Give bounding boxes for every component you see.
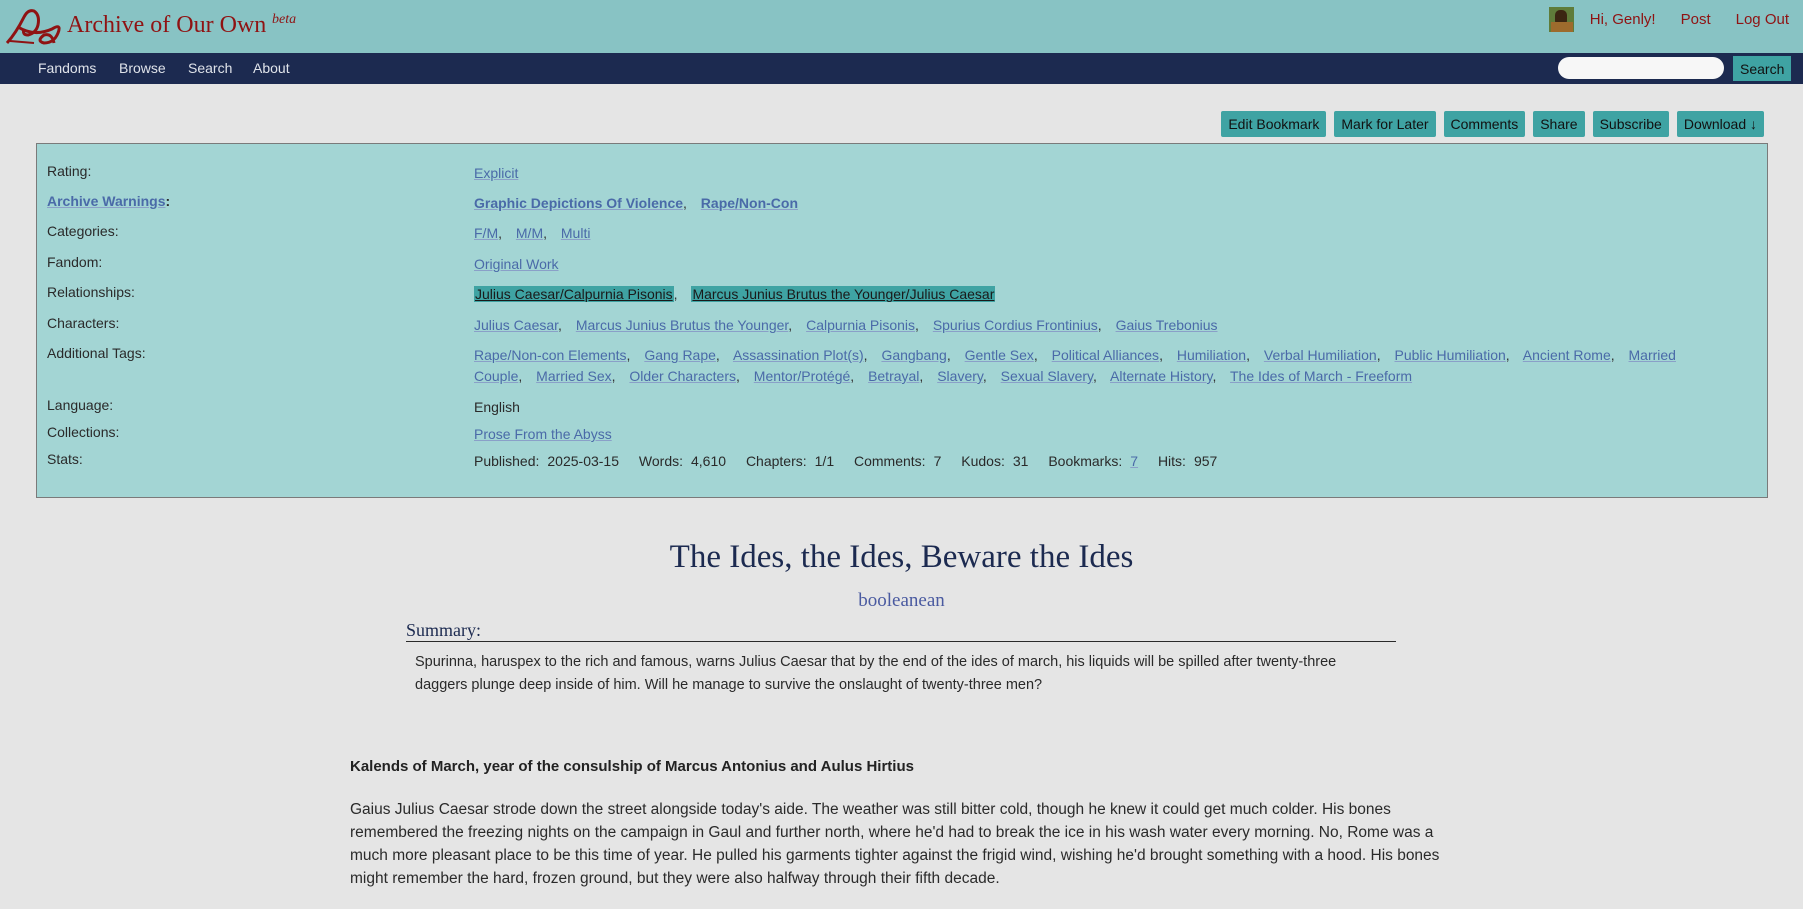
character-tag[interactable]: Julius Caesar [474, 317, 558, 333]
warning-tag[interactable]: Graphic Depictions Of Violence [474, 195, 683, 211]
mark-for-later-button[interactable]: Mark for Later [1334, 111, 1436, 137]
work-meta: Rating: Explicit Archive Warnings: Graph… [36, 143, 1768, 498]
chapters-value: 1/1 [814, 453, 835, 469]
additional-tag[interactable]: The Ides of March - Freeform [1230, 368, 1412, 384]
fandom-label: Fandom: [47, 254, 103, 270]
nav-fandoms[interactable]: Fandoms [38, 60, 96, 76]
edit-bookmark-button[interactable]: Edit Bookmark [1221, 111, 1327, 137]
character-tag[interactable]: Spurius Cordius Frontinius [933, 317, 1098, 333]
bookmarks-label: Bookmarks: [1048, 453, 1123, 469]
additional-tag[interactable]: Verbal Humiliation [1264, 347, 1377, 363]
words-label: Words: [638, 453, 683, 469]
stats-label: Stats: [47, 451, 83, 467]
comments-button[interactable]: Comments [1443, 111, 1526, 137]
summary-heading: Summary: [406, 620, 1396, 642]
subscribe-button[interactable]: Subscribe [1592, 111, 1669, 137]
hits-label: Hits: [1157, 453, 1186, 469]
language-value: English [474, 399, 520, 415]
fandom-tag[interactable]: Original Work [474, 256, 559, 272]
published-value: 2025-03-15 [547, 453, 620, 469]
stats-values: Published: 2025-03-15 Words: 4,610 Chapter… [474, 451, 1714, 472]
nav-browse[interactable]: Browse [119, 60, 166, 76]
user-area: Hi, Genly! Post Log Out [1548, 7, 1789, 32]
chapter-heading: Kalends of March, year of the consulship… [350, 758, 914, 775]
rating-label: Rating: [47, 163, 92, 179]
rating-tag[interactable]: Explicit [474, 165, 518, 181]
categories-label: Categories: [47, 223, 119, 239]
additional-tag[interactable]: Ancient Rome [1523, 347, 1611, 363]
ao3-logo-icon[interactable] [4, 3, 66, 49]
category-tag[interactable]: Multi [561, 225, 591, 241]
additional-tag[interactable]: Alternate History [1110, 368, 1212, 384]
author-link[interactable]: booleanean [858, 590, 945, 611]
warning-tag[interactable]: Rape/Non-Con [701, 195, 798, 211]
character-tag[interactable]: Calpurnia Pisonis [806, 317, 915, 333]
character-tag[interactable]: Marcus Junius Brutus the Younger [576, 317, 788, 333]
hits-value: 957 [1193, 453, 1218, 469]
category-tag[interactable]: F/M [474, 225, 498, 241]
search-button[interactable]: Search [1733, 56, 1792, 81]
warnings-colon: : [165, 193, 171, 209]
additional-tag[interactable]: Older Characters [629, 368, 736, 384]
archive-warnings-link[interactable]: Archive Warnings [47, 193, 166, 209]
additional-tag[interactable]: Gang Rape [644, 347, 716, 363]
additional-tag[interactable]: Public Humiliation [1395, 347, 1506, 363]
additional-tag[interactable]: Political Alliances [1052, 347, 1159, 363]
search-input[interactable] [1558, 57, 1724, 79]
additional-tag[interactable]: Gentle Sex [965, 347, 1034, 363]
primary-nav: Fandoms Browse Search About Search [0, 53, 1803, 84]
additional-tag[interactable]: Assassination Plot(s) [733, 347, 864, 363]
share-button[interactable]: Share [1533, 111, 1585, 137]
kudos-value: 31 [1012, 453, 1029, 469]
words-value: 4,610 [691, 453, 727, 469]
logout-link[interactable]: Log Out [1736, 11, 1789, 28]
bookmarks-link[interactable]: 7 [1130, 453, 1138, 469]
additional-tag[interactable]: Rape/Non-con Elements [474, 347, 627, 363]
additional-tag[interactable]: Sexual Slavery [1001, 368, 1093, 384]
character-tag[interactable]: Gaius Trebonius [1116, 317, 1218, 333]
nav-about[interactable]: About [253, 60, 290, 76]
site-header: Archive of Our Own beta Hi, Genly! Post … [0, 0, 1803, 53]
additional-tag[interactable]: Betrayal [868, 368, 919, 384]
language-label: Language: [47, 397, 114, 413]
additional-tags-label: Additional Tags: [47, 345, 146, 361]
user-avatar[interactable] [1548, 7, 1574, 32]
comments-value: 7 [933, 453, 942, 469]
user-greeting-link[interactable]: Hi, Genly! [1590, 11, 1656, 28]
characters-label: Characters: [47, 315, 120, 331]
additional-tag[interactable]: Slavery [937, 368, 983, 384]
relationship-tag[interactable]: Marcus Junius Brutus the Younger/Julius … [691, 286, 996, 302]
beta-label: beta [272, 12, 297, 27]
work-actions: Edit Bookmark Mark for Later Comments Sh… [1221, 111, 1764, 137]
relationship-tag[interactable]: Julius Caesar/Calpurnia Pisonis [474, 286, 674, 302]
download-button[interactable]: Download ↓ [1676, 111, 1764, 137]
relationships-label: Relationships: [47, 284, 135, 300]
additional-tag[interactable]: Mentor/Protégé [754, 368, 851, 384]
comments-label: Comments: [854, 453, 926, 469]
collection-link[interactable]: Prose From the Abyss [474, 426, 612, 442]
work-body-text: Gaius Julius Caesar strode down the stre… [350, 801, 1440, 887]
nav-search[interactable]: Search [188, 60, 232, 76]
collections-label: Collections: [47, 424, 120, 440]
byline: booleanean [0, 590, 1803, 612]
site-title[interactable]: Archive of Our Own [67, 12, 266, 39]
kudos-label: Kudos: [961, 453, 1005, 469]
chapters-label: Chapters: [745, 453, 807, 469]
additional-tag[interactable]: Humiliation [1177, 347, 1246, 363]
post-link[interactable]: Post [1681, 11, 1711, 28]
summary-text: Spurinna, haruspex to the rich and famou… [415, 654, 1337, 693]
additional-tag[interactable]: Gangbang [881, 347, 946, 363]
additional-tag[interactable]: Married Sex [536, 368, 611, 384]
category-tag[interactable]: M/M [516, 225, 543, 241]
published-label: Published: [474, 453, 540, 469]
work-title: The Ides, the Ides, Beware the Ides [669, 539, 1134, 575]
